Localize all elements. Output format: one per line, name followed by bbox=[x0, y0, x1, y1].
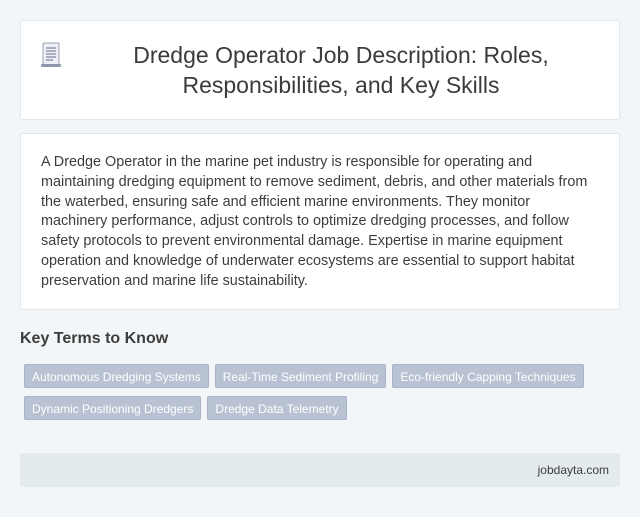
page: Dredge Operator Job Description: Roles, … bbox=[0, 0, 640, 517]
description-card: A Dredge Operator in the marine pet indu… bbox=[20, 133, 620, 310]
key-term-tag[interactable]: Dredge Data Telemetry bbox=[207, 396, 347, 420]
page-title: Dredge Operator Job Description: Roles, … bbox=[133, 42, 549, 98]
title-row: Dredge Operator Job Description: Roles, … bbox=[40, 40, 600, 100]
key-term-tag[interactable]: Dynamic Positioning Dredgers bbox=[24, 396, 202, 420]
site-link[interactable]: jobdayta.com bbox=[538, 463, 609, 477]
key-term-tag[interactable]: Real-Time Sediment Profiling bbox=[214, 364, 387, 388]
key-terms-list: Autonomous Dredging Systems Real-Time Se… bbox=[24, 364, 604, 420]
key-term-tag[interactable]: Autonomous Dredging Systems bbox=[24, 364, 209, 388]
key-term-tag[interactable]: Eco-friendly Capping Techniques bbox=[392, 364, 584, 388]
job-description-text: A Dredge Operator in the marine pet indu… bbox=[41, 154, 588, 289]
key-terms-heading: Key Terms to Know bbox=[20, 330, 169, 347]
footer: jobdayta.com bbox=[20, 453, 620, 487]
document-icon bbox=[41, 42, 61, 67]
title-card: Dredge Operator Job Description: Roles, … bbox=[20, 20, 620, 120]
